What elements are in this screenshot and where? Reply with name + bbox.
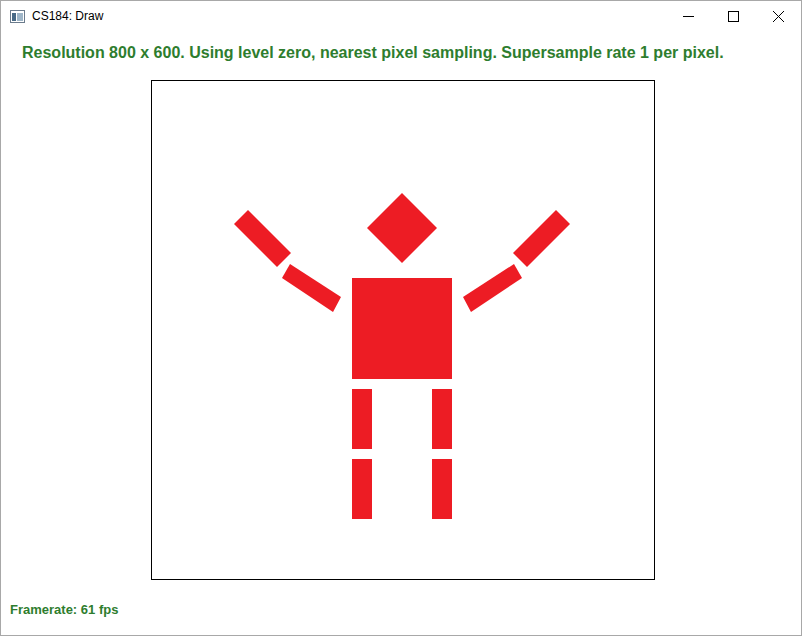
stick-figure <box>152 81 654 579</box>
figure-arm <box>513 210 570 267</box>
figure-arm <box>282 264 341 312</box>
figure-arm <box>234 210 291 267</box>
close-button[interactable] <box>756 1 801 31</box>
figure-head <box>367 193 437 263</box>
maximize-button[interactable] <box>711 1 756 31</box>
maximize-icon <box>728 11 739 22</box>
figure-leg <box>432 389 452 449</box>
window-title: CS184: Draw <box>32 8 103 24</box>
figure-leg <box>352 459 372 519</box>
figure-arm <box>463 264 522 312</box>
minimize-button[interactable] <box>666 1 711 31</box>
figure-leg <box>352 389 372 449</box>
title-bar[interactable]: CS184: Draw <box>1 1 801 31</box>
app-window: CS184: Draw Resolution 800 x 600. Using … <box>0 0 802 636</box>
close-icon <box>773 11 784 22</box>
drawing-canvas[interactable] <box>151 80 655 580</box>
framerate-text: Framerate: 61 fps <box>10 602 801 618</box>
info-text: Resolution 800 x 600. Using level zero, … <box>22 43 801 63</box>
app-window-icon <box>10 10 25 23</box>
figure-leg <box>432 459 452 519</box>
figure-body <box>352 278 452 379</box>
minimize-icon <box>683 11 694 22</box>
